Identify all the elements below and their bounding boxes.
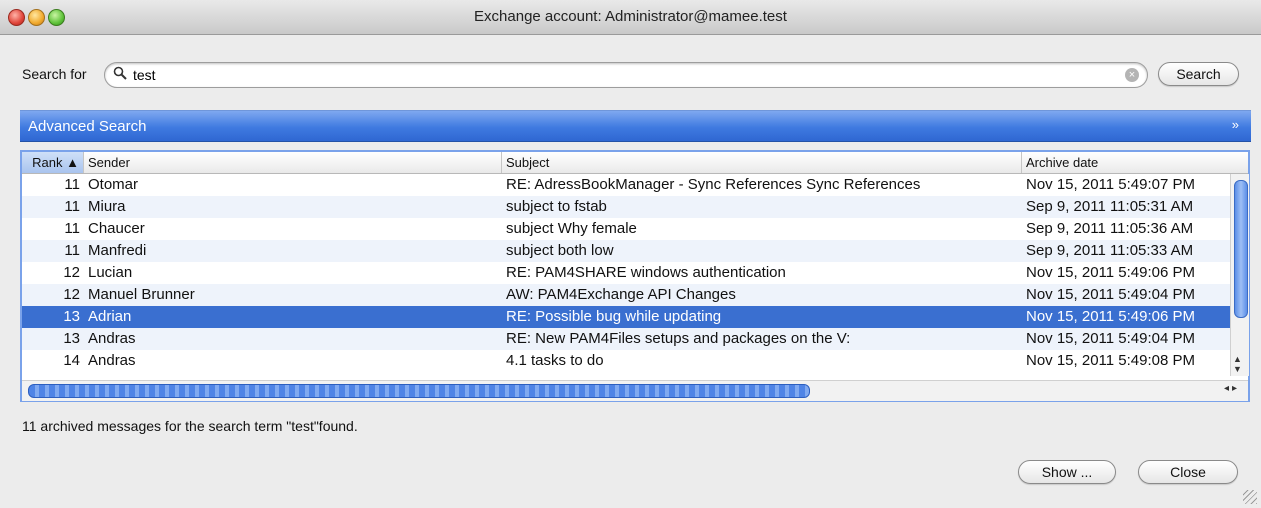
rank-cell: 14 [63, 352, 80, 369]
sender-cell: Manfredi [88, 242, 147, 259]
sender-cell: Adrian [88, 308, 132, 325]
subject-cell: RE: PAM4SHARE windows authentication [506, 264, 786, 281]
column-header-sender[interactable]: Sender [84, 152, 502, 173]
horizontal-scroll-arrows[interactable]: ◂▸ [1224, 383, 1240, 394]
clear-search-icon[interactable]: × [1125, 68, 1139, 82]
search-input[interactable] [133, 65, 1113, 84]
archive-date-cell: Sep 9, 2011 11:05:33 AM [1026, 242, 1194, 259]
table-row[interactable]: 12 Lucian RE: PAM4SHARE windows authentica… [22, 262, 1230, 284]
archive-date-cell: Nov 15, 2011 5:49:04 PM [1026, 286, 1195, 303]
archive-date-cell: Nov 15, 2011 5:49:04 PM [1026, 330, 1195, 347]
rank-cell: 12 [63, 264, 80, 281]
close-button[interactable]: Close [1138, 460, 1238, 484]
rank-cell: 11 [64, 220, 80, 237]
rank-cell: 13 [63, 330, 80, 347]
subject-cell: subject both low [506, 242, 614, 259]
archive-date-cell: Sep 9, 2011 11:05:36 AM [1026, 220, 1194, 237]
archive-date-cell: Nov 15, 2011 5:49:08 PM [1026, 352, 1195, 369]
archive-date-cell: Nov 15, 2011 5:49:06 PM [1026, 264, 1195, 281]
subject-cell: 4.1 tasks to do [506, 352, 604, 369]
advanced-search-label: Advanced Search [28, 118, 147, 135]
table-row[interactable]: 11 Otomar RE: AdressBookManager - Sync Ref… [22, 174, 1230, 196]
archive-date-cell: Sep 9, 2011 11:05:31 AM [1026, 198, 1194, 215]
sender-cell: Miura [88, 198, 126, 215]
horizontal-scroll-thumb[interactable] [28, 384, 810, 398]
column-header-rank[interactable]: Rank ▲ [22, 152, 84, 173]
status-text: 11 archived messages for the search term… [22, 418, 358, 434]
column-header-rank-label: Rank [32, 155, 63, 170]
window-title: Exchange account: Administrator@mamee.te… [474, 8, 787, 25]
results-table: Rank ▲ Sender Subject Archive date 11 Oto… [20, 150, 1250, 402]
table-row[interactable]: 13 Adrian RE: Possible bug while updating N… [22, 306, 1230, 328]
vertical-scrollbar[interactable]: ▲ ▼ [1230, 174, 1249, 376]
rank-cell: 11 [64, 198, 80, 215]
archive-date-cell: Nov 15, 2011 5:49:07 PM [1026, 176, 1195, 193]
sender-cell: Andras [88, 352, 136, 369]
resize-grip-icon[interactable] [1243, 490, 1257, 504]
rank-cell: 12 [63, 286, 80, 303]
subject-cell: subject to fstab [506, 198, 607, 215]
table-row[interactable]: 11 Miura subject to fstab Sep 9, 2011 11:05… [22, 196, 1230, 218]
subject-cell: subject Why female [506, 220, 637, 237]
column-header-subject[interactable]: Subject [502, 152, 1022, 173]
sender-cell: Chaucer [88, 220, 145, 237]
rank-cell: 13 [63, 308, 80, 325]
subject-cell: RE: New PAM4Files setups and packages on… [506, 330, 851, 347]
advanced-search-bar[interactable]: Advanced Search » [20, 110, 1251, 142]
sender-cell: Andras [88, 330, 136, 347]
table-row[interactable]: 14 Andras 4.1 tasks to do Nov 15, 2011 5:49… [22, 350, 1230, 372]
search-label: Search for [22, 66, 87, 82]
magnifier-icon [113, 66, 127, 80]
sort-ascending-icon: ▲ [66, 155, 79, 170]
subject-cell: RE: Possible bug while updating [506, 308, 722, 325]
table-row[interactable]: 13 Andras RE: New PAM4Files setups and pac… [22, 328, 1230, 350]
table-header: Rank ▲ Sender Subject Archive date [22, 152, 1248, 174]
sender-cell: Lucian [88, 264, 133, 281]
horizontal-scrollbar[interactable]: ◂▸ [22, 380, 1248, 401]
subject-cell: RE: AdressBookManager - Sync References … [506, 176, 921, 193]
rank-cell: 11 [64, 242, 80, 259]
vertical-scroll-thumb[interactable] [1234, 180, 1248, 318]
vertical-scroll-arrows[interactable]: ▲ ▼ [1233, 354, 1242, 374]
show-button[interactable]: Show ... [1018, 460, 1116, 484]
sender-cell: Manuel Brunner [88, 286, 195, 303]
table-row[interactable]: 12 Manuel Brunner AW: PAM4Exchange API Cha… [22, 284, 1230, 306]
expand-chevron-icon[interactable]: » [1232, 117, 1239, 132]
subject-cell: AW: PAM4Exchange API Changes [506, 286, 736, 303]
table-body: 11 Otomar RE: AdressBookManager - Sync Ref… [22, 174, 1230, 374]
title-bar: Exchange account: Administrator@mamee.te… [0, 0, 1261, 35]
table-row[interactable]: 11 Chaucer subject Why female Sep 9, 2011 1… [22, 218, 1230, 240]
search-button[interactable]: Search [1158, 62, 1239, 86]
sender-cell: Otomar [88, 176, 139, 193]
table-row[interactable]: 11 Manfredi subject both low Sep 9, 2011 11… [22, 240, 1230, 262]
search-field[interactable]: × [104, 62, 1148, 88]
column-header-archive-date[interactable]: Archive date [1022, 152, 1248, 173]
archive-date-cell: Nov 15, 2011 5:49:06 PM [1026, 308, 1195, 325]
rank-cell: 11 [64, 176, 80, 193]
